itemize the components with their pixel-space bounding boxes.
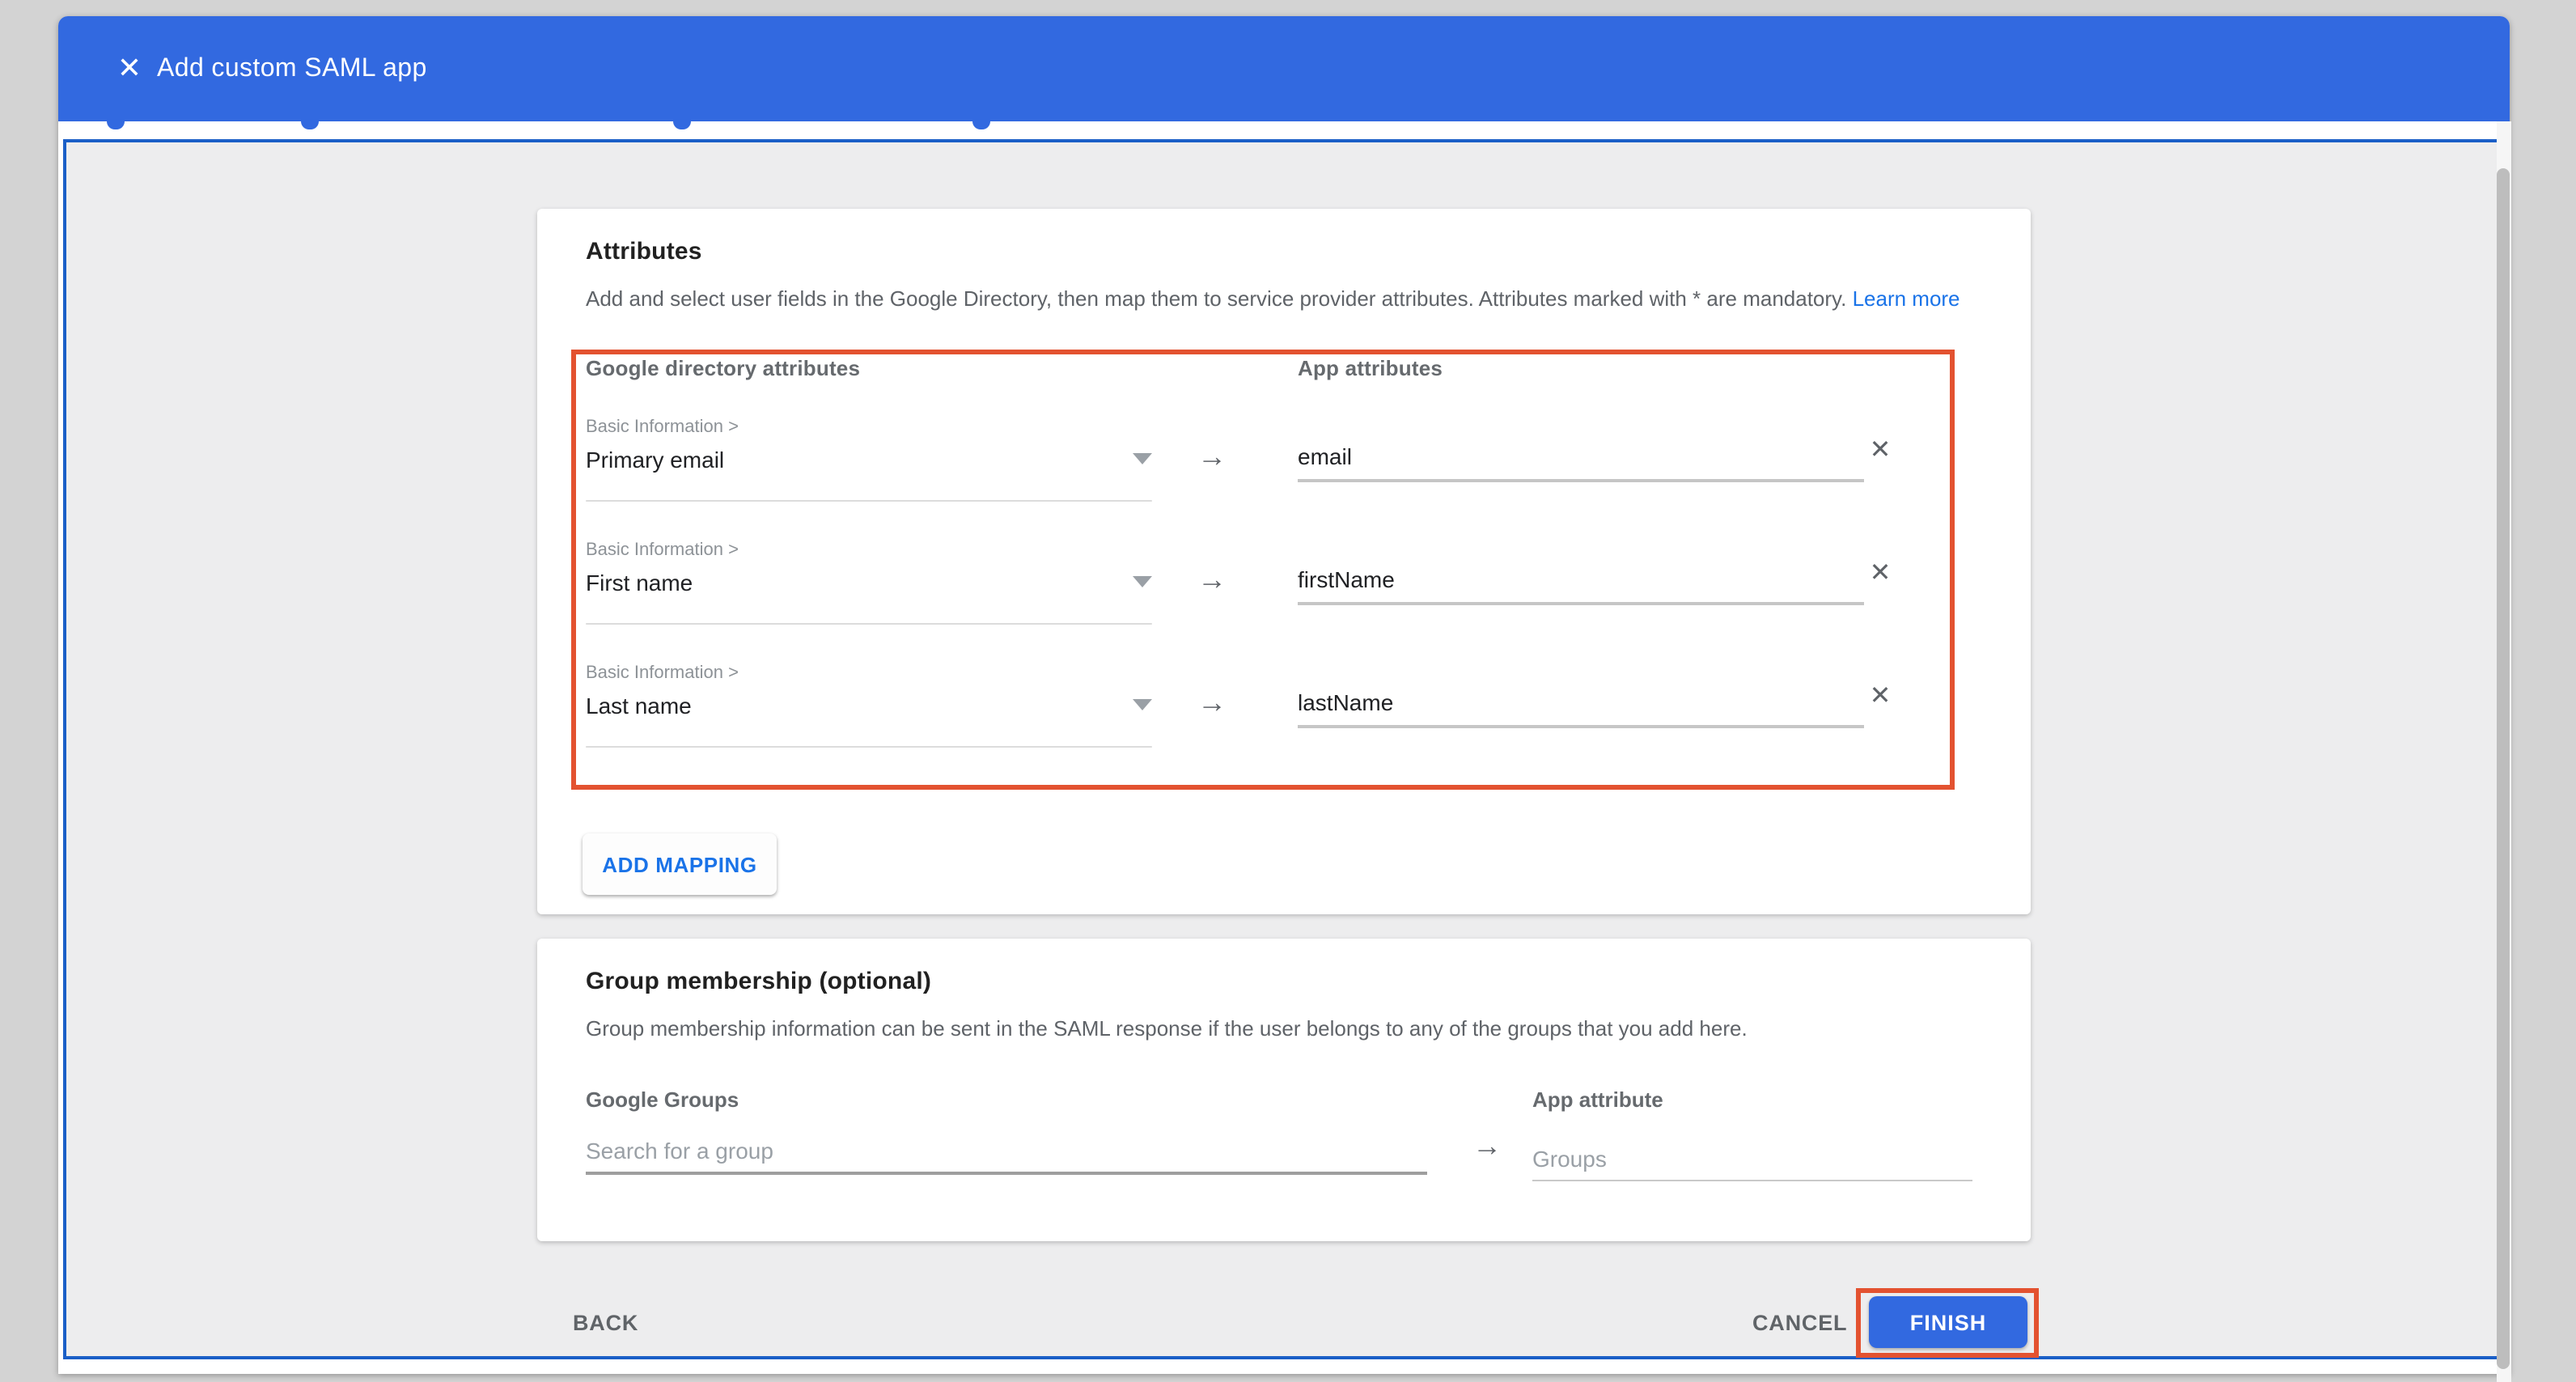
step-dot xyxy=(301,121,319,129)
attributes-description-text: Add and select user fields in the Google… xyxy=(586,286,1853,311)
back-button[interactable]: BACK xyxy=(573,1311,638,1335)
modal-header-bar: ✕ Add custom SAML app xyxy=(58,16,2510,121)
step-dot xyxy=(107,121,125,129)
attributes-card: Attributes Add and select user fields in… xyxy=(537,209,2031,914)
screen: ✕ Add custom SAML app Attributes Add and… xyxy=(0,0,2576,1382)
arrow-right-icon: → xyxy=(1472,1130,1502,1164)
group-search-input[interactable] xyxy=(586,1130,1427,1175)
group-membership-card: Group membership (optional) Group member… xyxy=(537,939,2031,1241)
google-groups-label: Google Groups xyxy=(586,1087,739,1112)
app-attribute-label: App attribute xyxy=(1532,1087,1663,1112)
attributes-card-title: Attributes xyxy=(586,238,702,265)
group-membership-description: Group membership information can be sent… xyxy=(586,1016,1748,1041)
group-membership-title: Group membership (optional) xyxy=(586,968,931,995)
cancel-button[interactable]: CANCEL xyxy=(1752,1311,1847,1335)
groups-app-attribute-input[interactable] xyxy=(1532,1136,1972,1181)
learn-more-link[interactable]: Learn more xyxy=(1853,286,1960,311)
modal-title: Add custom SAML app xyxy=(157,16,427,121)
mapping-area-annotation-box xyxy=(571,350,1955,790)
finish-annotation-box xyxy=(1856,1288,2039,1358)
add-saml-app-modal: ✕ Add custom SAML app Attributes Add and… xyxy=(58,16,2510,1374)
dialog-body: Attributes Add and select user fields in… xyxy=(63,139,2500,1359)
close-icon[interactable]: ✕ xyxy=(100,16,159,121)
step-dot xyxy=(972,121,990,129)
step-dot xyxy=(673,121,691,129)
attributes-card-description: Add and select user fields in the Google… xyxy=(586,286,1960,311)
scrollbar-thumb[interactable] xyxy=(2497,168,2510,1369)
add-mapping-button[interactable]: ADD MAPPING xyxy=(583,833,777,895)
